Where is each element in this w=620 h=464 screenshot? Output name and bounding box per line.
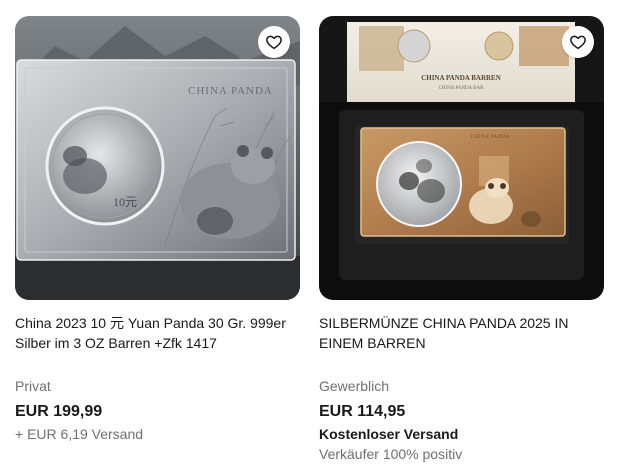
listing-title[interactable]: SILBERMÜNZE CHINA PANDA 2025 IN EINEM BA…	[319, 313, 604, 353]
box-label-text: CHINA PANDA BARREN	[421, 74, 501, 82]
bar-engraving-text: CHINA PANDA	[471, 135, 510, 140]
listing-title[interactable]: China 2023 10 元 Yuan Panda 30 Gr. 999er …	[15, 313, 300, 353]
watch-button[interactable]	[562, 26, 594, 58]
listing-image[interactable]: 10元 CHINA PANDA	[15, 16, 300, 300]
listing-price: EUR 114,95	[319, 403, 406, 420]
watch-button[interactable]	[258, 26, 290, 58]
listing-price: EUR 199,99	[15, 403, 103, 420]
seller-type: Privat	[15, 378, 51, 394]
heart-outline-icon	[570, 35, 586, 50]
free-shipping-label: Kostenloser Versand	[319, 426, 459, 442]
gilded-panda-bar-in-case-photo: CHINA PANDA BARREN CHINA PANDA BAR CHINA…	[319, 16, 604, 300]
box-label-subtext: CHINA PANDA BAR	[439, 86, 484, 91]
silver-panda-bar-photo: 10元 CHINA PANDA	[15, 16, 300, 300]
listing-card[interactable]: CHINA PANDA BARREN CHINA PANDA BAR CHINA…	[319, 16, 604, 464]
listing-card[interactable]: 10元 CHINA PANDA China 2023 10 元 Yuan Pan…	[15, 16, 300, 444]
shipping-cost: + EUR 6,19 Versand	[15, 426, 144, 442]
seller-rating: Verkäufer 100% positiv	[319, 446, 463, 462]
heart-outline-icon	[266, 35, 282, 50]
bar-engraving-text: CHINA PANDA	[188, 85, 273, 97]
listing-image[interactable]: CHINA PANDA BARREN CHINA PANDA BAR CHINA…	[319, 16, 604, 300]
seller-type: Gewerblich	[319, 378, 390, 394]
coin-denomination: 10元	[113, 195, 137, 209]
